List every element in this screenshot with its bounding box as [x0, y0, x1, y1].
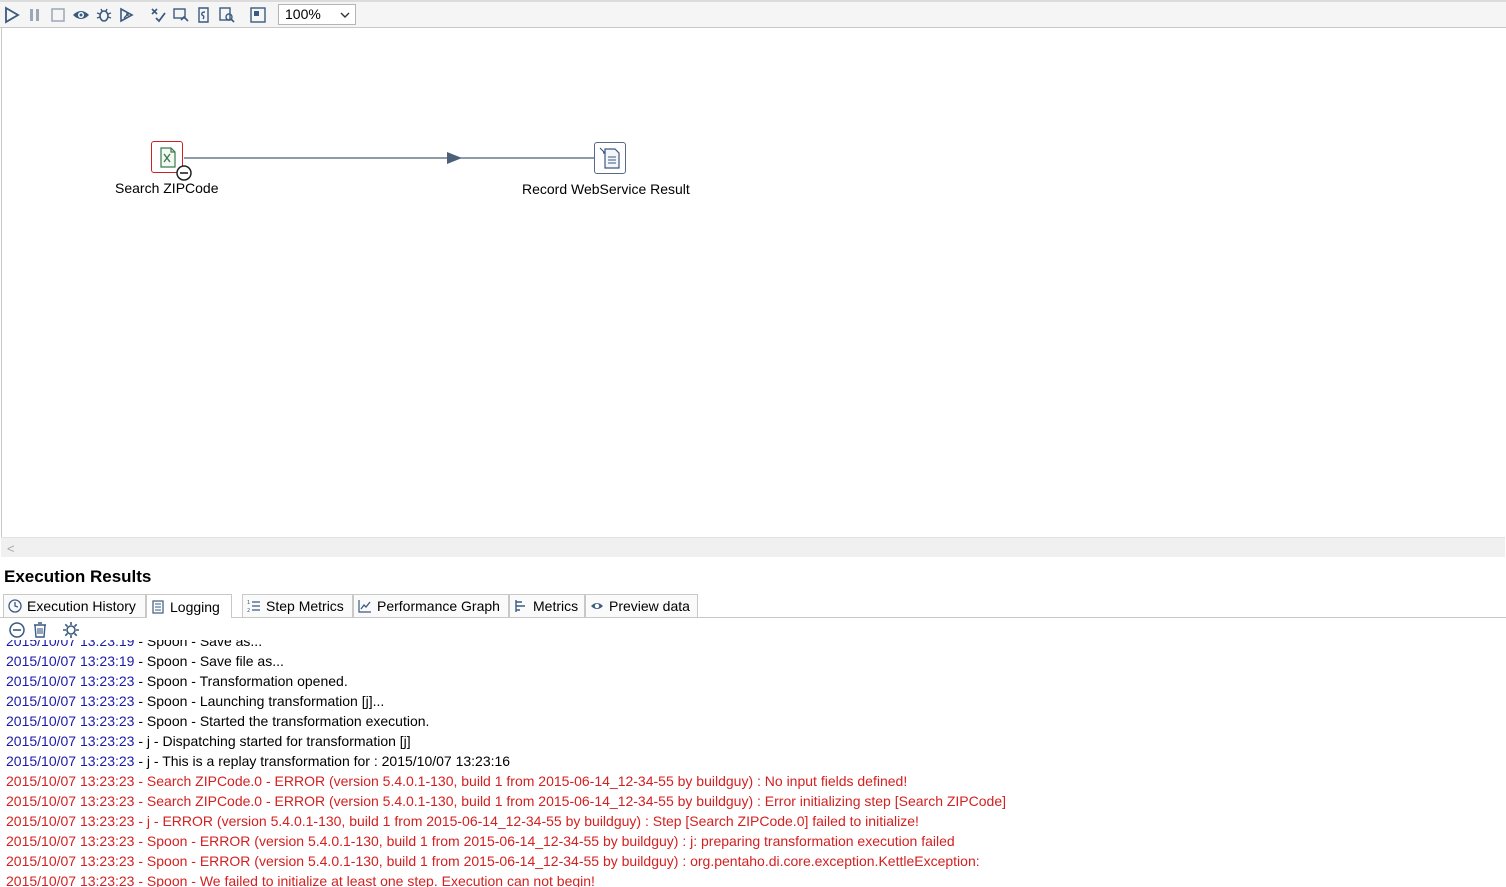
preview-button[interactable]	[71, 5, 91, 25]
list-numbered-icon: 12	[247, 600, 260, 613]
run-button[interactable]	[2, 5, 22, 25]
zoom-value: 100%	[285, 6, 321, 22]
impact-icon	[173, 8, 189, 22]
explore-db-button[interactable]	[217, 5, 237, 25]
svg-text:1: 1	[247, 600, 250, 606]
log-line: 2015/10/07 13:23:23 - j - This is a repl…	[6, 753, 511, 769]
logging-toolbar	[0, 618, 1506, 642]
log-line: 2015/10/07 13:23:23 - j - Dispatching st…	[6, 733, 411, 749]
hop-layer	[184, 152, 594, 164]
debug-icon	[96, 8, 112, 22]
gear-icon[interactable]	[62, 621, 80, 639]
tab-metrics[interactable]: Metrics	[509, 594, 585, 617]
clear-log-icon[interactable]	[8, 621, 26, 639]
verify-icon	[151, 8, 166, 23]
impact-button[interactable]	[171, 5, 191, 25]
log-line: 2015/10/07 13:23:19 - Spoon - Save file …	[6, 653, 284, 669]
transformation-toolbar: 100%	[0, 0, 1506, 28]
explore-db-icon	[219, 7, 235, 23]
log-line-error: 2015/10/07 13:23:23 - j - ERROR (version…	[6, 813, 919, 829]
log-line-error: 2015/10/07 13:23:23 - Spoon - ERROR (ver…	[6, 853, 980, 869]
tab-logging[interactable]: Logging	[146, 594, 232, 618]
log-line: 2015/10/07 13:23:23 - Spoon - Launching …	[6, 693, 385, 709]
log-line: 2015/10/07 13:23:19 - Spoon - Save as...	[6, 640, 263, 649]
clock-icon	[8, 599, 22, 613]
show-results-button[interactable]	[248, 5, 268, 25]
tab-performance-graph[interactable]: Performance Graph	[353, 594, 509, 617]
preview-icon	[73, 11, 89, 19]
metrics-icon	[515, 600, 525, 612]
results-tabbar: Execution History Logging 12 Step Metric…	[0, 594, 1506, 618]
transformation-canvas[interactable]: Search ZIPCode Record WebService Result	[1, 28, 1505, 537]
tab-execution-history[interactable]: Execution History	[3, 594, 146, 617]
eye-icon	[591, 603, 603, 609]
step-record-webservice-result[interactable]	[594, 142, 626, 174]
zoom-select[interactable]: 100%	[278, 4, 356, 25]
execution-results-title: Execution Results	[4, 567, 152, 586]
log-line: 2015/10/07 13:23:23 - Spoon - Transforma…	[6, 673, 348, 689]
pause-icon	[30, 9, 39, 21]
stop-icon	[51, 8, 65, 22]
svg-text:2: 2	[247, 608, 250, 613]
log-output[interactable]: 2015/10/07 13:23:19 - Spoon - Save as...…	[0, 640, 1506, 887]
replay-icon	[120, 7, 134, 23]
show-results-icon	[250, 7, 266, 23]
line-chart-icon	[358, 600, 371, 613]
stop-button[interactable]	[48, 5, 68, 25]
tab-preview-data[interactable]: Preview data	[585, 594, 698, 617]
toolbar-top-border	[0, 0, 1506, 2]
trash-icon[interactable]	[31, 621, 49, 639]
tab-label: Logging	[170, 598, 220, 615]
sql-icon	[198, 7, 209, 23]
log-line-error: 2015/10/07 13:23:23 - Search ZIPCode.0 -…	[6, 773, 908, 789]
canvas-horizontal-scrollbar[interactable]: <	[1, 537, 1505, 557]
sql-button[interactable]	[194, 5, 214, 25]
tab-label: Execution History	[27, 598, 136, 614]
tab-label: Performance Graph	[377, 598, 500, 614]
tab-label: Step Metrics	[266, 598, 344, 614]
tab-step-metrics[interactable]: 12 Step Metrics	[242, 594, 353, 617]
step-label-search-zipcode: Search ZIPCode	[115, 180, 219, 196]
log-line-error: 2015/10/07 13:23:23 - Spoon - We failed …	[6, 873, 595, 887]
scroll-left-icon[interactable]: <	[7, 541, 15, 556]
chevron-down-icon	[340, 12, 350, 18]
log-line-error: 2015/10/07 13:23:23 - Spoon - ERROR (ver…	[6, 833, 955, 849]
run-icon	[5, 6, 20, 24]
hop-arrow-icon	[447, 152, 462, 164]
log-icon	[152, 599, 164, 614]
debug-button[interactable]	[94, 5, 114, 25]
output-step-icon	[599, 147, 620, 169]
tab-label: Preview data	[609, 598, 690, 614]
tab-label: Metrics	[533, 598, 579, 614]
pause-button[interactable]	[25, 5, 45, 25]
log-line-error: 2015/10/07 13:23:23 - Search ZIPCode.0 -…	[6, 793, 1007, 809]
verify-button[interactable]	[148, 5, 168, 25]
replay-button[interactable]	[117, 5, 137, 25]
step-label-record-webservice-result: Record WebService Result	[522, 181, 690, 197]
log-line: 2015/10/07 13:23:23 - Spoon - Started th…	[6, 713, 430, 729]
